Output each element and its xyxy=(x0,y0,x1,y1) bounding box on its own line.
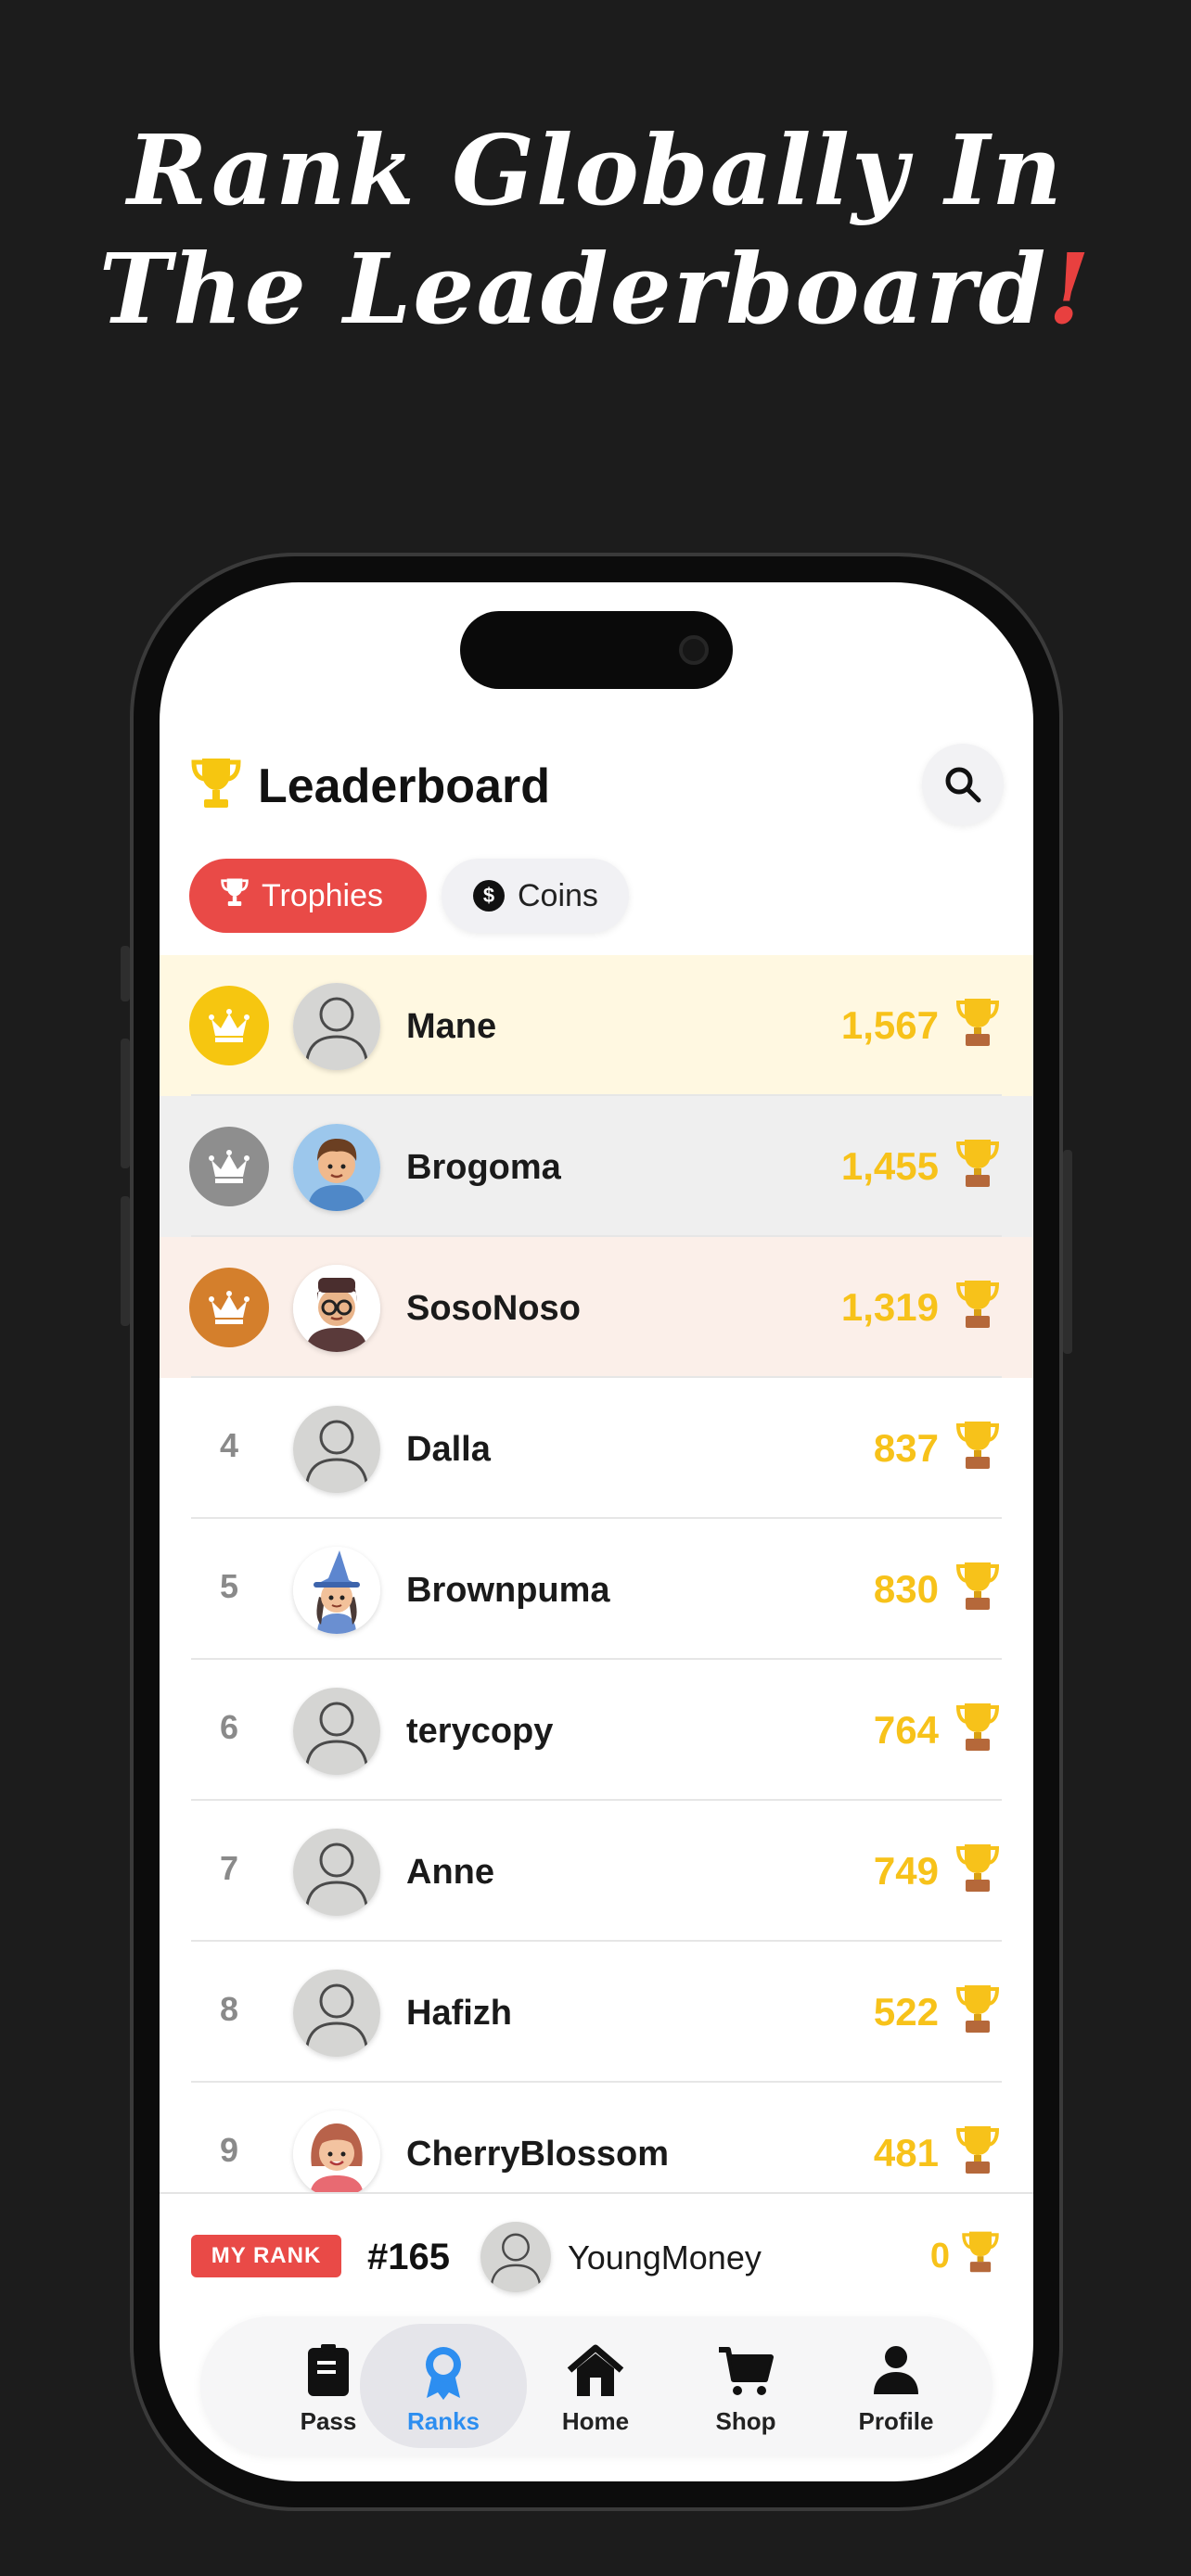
app-screen: Leaderboard Trophies $ Coins Mane 1,567 … xyxy=(160,582,1033,2481)
username: Anne xyxy=(406,1853,494,1892)
leaderboard-row[interactable]: 9 CherryBlossom 481 xyxy=(160,2083,1033,2192)
crown-icon xyxy=(189,986,269,1065)
username: Dalla xyxy=(406,1430,491,1469)
nav-profile[interactable]: Profile xyxy=(813,2324,980,2448)
headline-line-2: The Leaderboard! xyxy=(98,232,1093,346)
phone-button xyxy=(121,1039,130,1168)
avatar xyxy=(480,2222,551,2292)
leaderboard-row[interactable]: Brogoma 1,455 xyxy=(160,1096,1033,1237)
avatar[interactable] xyxy=(293,1124,380,1211)
tab-trophies[interactable]: Trophies xyxy=(189,859,427,933)
trophy-icon xyxy=(955,1983,1000,2039)
avatar[interactable] xyxy=(293,983,380,1070)
pass-icon xyxy=(306,2344,351,2403)
my-rank-position: #165 xyxy=(367,2237,450,2277)
trophy-icon xyxy=(955,1701,1000,1757)
username: CherryBlossom xyxy=(406,2135,669,2174)
leaderboard-row[interactable]: 8 Hafizh 522 xyxy=(160,1942,1033,2083)
headline: Rank Globally In The Leaderboard! xyxy=(0,111,1191,349)
username: Brogoma xyxy=(406,1148,561,1187)
trophy-score: 1,455 xyxy=(840,1144,939,1188)
crown-icon xyxy=(189,1268,269,1347)
trophy-score: 1,567 xyxy=(840,1003,939,1047)
avatar[interactable] xyxy=(293,2111,380,2192)
cart-icon xyxy=(717,2344,775,2403)
avatar[interactable] xyxy=(293,1547,380,1634)
avatar[interactable] xyxy=(293,1688,380,1775)
tab-label: Coins xyxy=(518,877,598,913)
bottom-nav: Pass Ranks Home Shop Profile xyxy=(200,2316,992,2455)
trophy-icon xyxy=(955,996,1000,1052)
leaderboard-row[interactable]: Mane 1,567 xyxy=(160,955,1033,1096)
nav-ranks[interactable]: Ranks xyxy=(360,2324,527,2448)
header: Leaderboard xyxy=(191,740,1004,829)
trophy-icon xyxy=(955,1560,1000,1616)
my-rank-tag: MY RANK xyxy=(191,2235,341,2277)
trophy-score: 830 xyxy=(873,1567,939,1611)
rank-number: 7 xyxy=(219,1849,239,1887)
headline-line-1: Rank Globally In xyxy=(127,113,1064,227)
my-score: 0 xyxy=(929,2237,950,2276)
trophy-icon xyxy=(191,755,241,815)
leaderboard-row[interactable]: SosoNoso 1,319 xyxy=(160,1237,1033,1378)
username: terycopy xyxy=(406,1712,554,1751)
dynamic-island xyxy=(460,611,733,689)
leaderboard-row[interactable]: 6 terycopy 764 xyxy=(160,1660,1033,1801)
trophy-icon xyxy=(955,1278,1000,1334)
trophy-icon xyxy=(955,2123,1000,2180)
nav-home[interactable]: Home xyxy=(512,2324,679,2448)
search-icon xyxy=(945,767,981,803)
my-username: YoungMoney xyxy=(568,2238,762,2276)
trophy-icon xyxy=(221,876,249,916)
rank-number: 5 xyxy=(219,1567,239,1605)
trophy-score: 522 xyxy=(873,1990,939,2034)
camera-icon xyxy=(679,635,709,665)
username: Brownpuma xyxy=(406,1571,610,1610)
username: SosoNoso xyxy=(406,1289,581,1328)
nav-shop[interactable]: Shop xyxy=(662,2324,829,2448)
phone-button xyxy=(121,946,130,1001)
trophy-icon xyxy=(955,1842,1000,1898)
avatar[interactable] xyxy=(293,1829,380,1916)
coin-icon: $ xyxy=(473,880,505,912)
ribbon-icon xyxy=(421,2344,466,2404)
trophy-icon xyxy=(955,1137,1000,1193)
leaderboard-row[interactable]: 4 Dalla 837 xyxy=(160,1378,1033,1519)
leaderboard-list[interactable]: Mane 1,567 Brogoma 1,455 SosoNoso 1,319 4 Dalla… xyxy=(160,955,1033,2192)
trophy-score: 764 xyxy=(873,1708,939,1752)
avatar[interactable] xyxy=(293,1265,380,1352)
phone-button xyxy=(1063,1150,1072,1354)
trophy-icon xyxy=(955,1419,1000,1475)
avatar[interactable] xyxy=(293,1970,380,2057)
trophy-score: 749 xyxy=(873,1849,939,1893)
phone-button xyxy=(121,1196,130,1326)
username: Hafizh xyxy=(406,1994,512,2033)
nav-label: Shop xyxy=(715,2407,776,2435)
trophy-icon xyxy=(961,2229,1000,2278)
trophy-score: 481 xyxy=(873,2131,939,2174)
my-rank-bar: MY RANK #165 YoungMoney 0 xyxy=(160,2192,1033,2318)
tab-coins[interactable]: $ Coins xyxy=(442,859,629,933)
nav-label: Ranks xyxy=(406,2407,480,2435)
rank-number: 4 xyxy=(219,1426,239,1464)
username: Mane xyxy=(406,1007,497,1046)
profile-icon xyxy=(872,2344,920,2401)
home-icon xyxy=(566,2344,625,2403)
leaderboard-row[interactable]: 7 Anne 749 xyxy=(160,1801,1033,1942)
page-title: Leaderboard xyxy=(258,759,550,813)
search-button[interactable] xyxy=(922,744,1004,825)
avatar[interactable] xyxy=(293,1406,380,1493)
rank-number: 8 xyxy=(219,1990,239,2028)
leaderboard-row[interactable]: 5 Brownpuma 830 xyxy=(160,1519,1033,1660)
tab-label: Trophies xyxy=(262,877,384,913)
crown-icon xyxy=(189,1127,269,1206)
rank-number: 6 xyxy=(219,1708,239,1746)
nav-label: Profile xyxy=(858,2407,934,2435)
rank-number: 9 xyxy=(219,2131,239,2169)
trophy-score: 837 xyxy=(873,1426,939,1470)
nav-label: Home xyxy=(561,2407,630,2435)
trophy-score: 1,319 xyxy=(840,1285,939,1329)
